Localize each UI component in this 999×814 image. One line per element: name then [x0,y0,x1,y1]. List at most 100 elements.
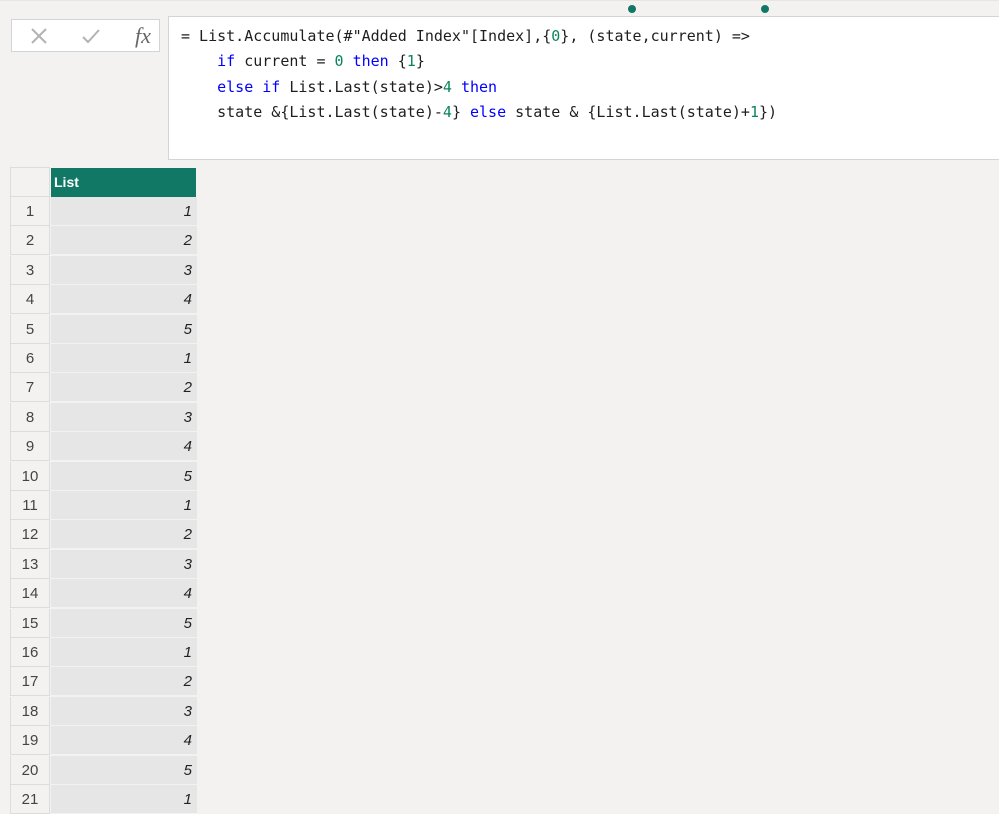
formula-token: if [217,52,236,70]
list-cell[interactable]: 4 [51,285,197,315]
column-header-list[interactable]: List [51,168,196,197]
resize-handle-dot[interactable] [761,5,769,13]
row-number[interactable]: 6 [10,344,50,373]
formula-token: 4 [442,78,452,96]
table-row[interactable]: 21 1 [10,785,197,814]
row-number[interactable]: 11 [10,491,50,520]
formula-line: if current = 0 then {1} [181,51,425,71]
row-number[interactable]: 17 [10,667,50,697]
list-cell[interactable]: 1 [51,785,197,814]
list-cell[interactable]: 1 [51,638,197,667]
table-row[interactable]: 72 [10,373,197,403]
row-number[interactable]: 19 [10,726,50,756]
table-row[interactable]: 83 [10,402,197,432]
row-number[interactable]: 21 [10,785,50,814]
row-number[interactable]: 1 [10,197,50,226]
table-row[interactable]: 19 4 [10,726,197,756]
table-row[interactable]: 16 1 [10,638,197,667]
row-number[interactable]: 20 [10,755,50,785]
table-row[interactable]: 11 1 [10,491,197,520]
formula-token: 4 [442,103,452,121]
row-number[interactable]: 9 [10,432,50,462]
list-cell[interactable]: 4 [51,579,197,609]
table-row[interactable]: 10 5 [10,461,197,491]
table-row[interactable]: 11 [10,197,197,226]
check-icon [82,28,100,43]
formula-token: = List.Accumulate(#"Added Index"[Index],… [181,27,552,45]
list-cell[interactable]: 3 [51,549,197,579]
formula-token: 0 [334,52,344,70]
formula-token [344,52,353,70]
table-row[interactable]: 94 [10,432,197,462]
formula-token [181,52,217,70]
list-cell[interactable]: 2 [51,226,197,256]
row-number[interactable]: 10 [10,461,50,491]
formula-token: 0 [551,27,561,45]
list-cell[interactable]: 1 [51,197,197,226]
list-cell[interactable]: 5 [51,755,197,785]
list-cell[interactable]: 2 [51,667,197,697]
row-number[interactable]: 5 [10,314,50,344]
table-row[interactable]: 15 5 [10,608,197,638]
table-row[interactable]: 44 [10,285,197,315]
row-number[interactable]: 8 [10,402,50,432]
row-number[interactable]: 14 [10,579,50,609]
grid-corner[interactable] [10,167,50,197]
list-cell[interactable]: 3 [51,255,197,285]
formula-token: 1 [749,103,759,121]
formula-bar-buttons: fx [11,19,160,52]
formula-token [452,78,461,96]
formula-token: }) [759,103,778,121]
cancel-button[interactable] [24,20,54,51]
table-row[interactable]: 12 2 [10,520,197,550]
formula-line: = List.Accumulate(#"Added Index"[Index],… [181,26,750,46]
formula-editor[interactable]: = List.Accumulate(#"Added Index"[Index],… [168,16,999,160]
list-cell[interactable]: 4 [51,726,197,756]
list-cell[interactable]: 5 [51,314,197,344]
row-number[interactable]: 15 [10,608,50,638]
row-number[interactable]: 3 [10,255,50,285]
row-number[interactable]: 16 [10,638,50,667]
list-cell[interactable]: 3 [51,402,197,432]
formula-token: } [451,103,470,121]
commit-button[interactable] [76,20,106,51]
row-number[interactable]: 13 [10,549,50,579]
table-row[interactable]: 13 3 [10,549,197,579]
table-row[interactable]: 55 [10,314,197,344]
formula-token: { [388,52,407,70]
formula-token: current = [235,52,335,70]
list-cell[interactable]: 5 [51,461,197,491]
resize-handle-dot[interactable] [628,5,636,13]
table-row[interactable]: 22 [10,226,197,256]
formula-token: then [352,52,389,70]
formula-token: 1 [406,52,416,70]
table-row[interactable]: 18 3 [10,696,197,726]
formula-token: } [415,52,425,70]
formula-token: state & {List.Last(state)+ [506,103,750,121]
close-icon [31,27,47,44]
list-cell[interactable]: 1 [51,344,197,373]
table-row[interactable]: 20 5 [10,755,197,785]
row-number[interactable]: 18 [10,696,50,726]
formula-token: List.Last(state)> [280,78,443,96]
row-number[interactable]: 7 [10,373,50,403]
top-divider [0,0,999,1]
list-cell[interactable]: 1 [51,491,197,520]
table-row[interactable]: 33 [10,255,197,285]
formula-token: }, (state,current) => [560,27,750,45]
formula-token: state &{List.Last(state)- [181,103,443,121]
fx-icon[interactable]: fx [128,21,158,51]
list-cell[interactable]: 4 [51,432,197,462]
formula-token: else if [217,78,281,96]
row-number[interactable]: 12 [10,520,50,550]
row-number[interactable]: 2 [10,226,50,256]
list-cell[interactable]: 3 [51,696,197,726]
table-row[interactable]: 61 [10,344,197,373]
formula-token [181,78,217,96]
table-row[interactable]: 14 4 [10,579,197,609]
list-cell[interactable]: 2 [51,373,197,403]
table-row[interactable]: 17 2 [10,667,197,697]
row-number[interactable]: 4 [10,285,50,315]
list-cell[interactable]: 2 [51,520,197,550]
list-cell[interactable]: 5 [51,608,197,638]
